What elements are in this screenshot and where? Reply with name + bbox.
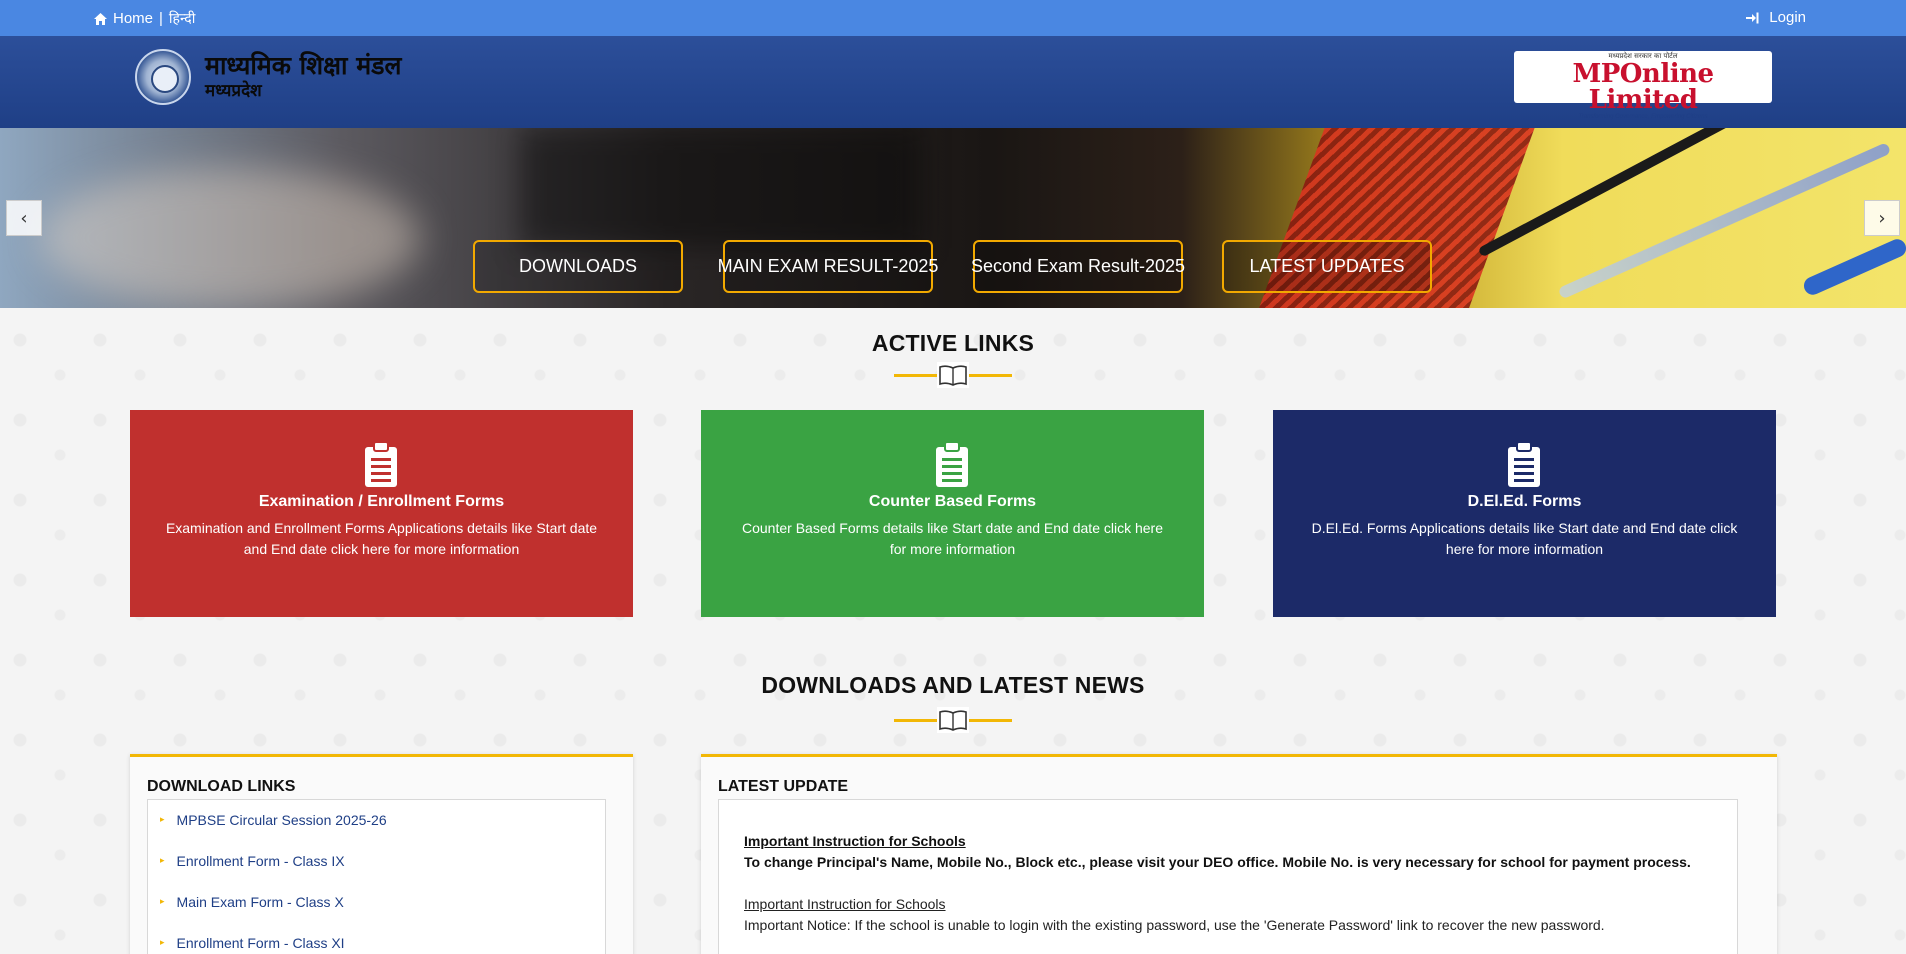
board-name-line1: माध्यमिक शिक्षा मंडल	[205, 51, 402, 80]
card-title: D.El.Ed. Forms	[1467, 493, 1582, 510]
chevron-left-icon: ‹	[20, 207, 28, 229]
section-divider	[894, 362, 1012, 388]
news-body: Important Notice: If the school is unabl…	[744, 917, 1605, 933]
download-links-title: DOWNLOAD LINKS	[147, 778, 296, 795]
deled-forms-card[interactable]: D.El.Ed. Forms D.El.Ed. Forms Applicatio…	[1273, 410, 1776, 617]
hindi-language-link[interactable]: हिन्दी	[169, 9, 195, 28]
banner-image-students	[40, 168, 420, 308]
banner-image-shadow	[520, 128, 920, 248]
download-links-list[interactable]: ▸ MPBSE Circular Session 2025-26 ▸ Enrol…	[147, 799, 606, 954]
news-heading-link[interactable]: Important Instruction for Schools	[744, 831, 1691, 852]
banner-image-pen-cap	[1801, 236, 1906, 298]
clipboard-icon	[934, 441, 970, 488]
board-name-line2: मध्यप्रदेश	[205, 81, 262, 101]
book-icon	[937, 362, 969, 388]
list-item[interactable]: ▸ Enrollment Form - Class XI	[160, 935, 345, 951]
mponline-brand: MPOnline Limited	[1572, 59, 1714, 115]
examination-enrollment-forms-card[interactable]: Examination / Enrollment Forms Examinati…	[130, 410, 633, 617]
active-links-heading: ACTIVE LINKS	[871, 330, 1035, 356]
login-link[interactable]: Login	[1769, 9, 1806, 26]
card-description: Examination and Enrollment Forms Applica…	[165, 520, 598, 557]
home-icon[interactable]	[94, 12, 107, 25]
download-link-label: MPBSE Circular Session 2025-26	[176, 812, 387, 828]
home-link[interactable]: Home	[113, 10, 153, 27]
download-links-panel: DOWNLOAD LINKS ▸ MPBSE Circular Session …	[130, 754, 633, 954]
site-header: माध्यमिक शिक्षा मंडल मध्यप्रदेश मध्यप्रद…	[0, 36, 1906, 128]
counter-based-forms-card[interactable]: Counter Based Forms Counter Based Forms …	[701, 410, 1204, 617]
latest-update-list[interactable]: Important Instruction for Schools To cha…	[718, 799, 1738, 954]
downloads-button[interactable]: DOWNLOADS	[473, 240, 683, 293]
login-icon[interactable]	[1746, 12, 1759, 24]
mponline-subline: Transforming Governance, Empowering Citi…	[1578, 114, 1708, 120]
latest-update-panel: LATEST UPDATE Important Instruction for …	[701, 754, 1777, 954]
list-item[interactable]: ▸ Main Exam Form - Class X	[160, 894, 344, 910]
list-item[interactable]: ▸ MPBSE Circular Session 2025-26	[160, 812, 387, 828]
list-item[interactable]: ▸ Enrollment Form - Class IX	[160, 853, 345, 869]
top-bar-left: Home | हिन्दी	[94, 9, 195, 28]
caret-right-icon: ▸	[160, 856, 165, 866]
top-bar: Home | हिन्दी Login	[0, 0, 1906, 36]
news-body: To change Principal's Name, Mobile No., …	[744, 854, 1691, 870]
chevron-right-icon: ›	[1878, 207, 1886, 229]
caret-right-icon: ▸	[160, 938, 165, 948]
banner-image-pen-black	[1477, 128, 1818, 258]
second-exam-result-button[interactable]: Second Exam Result-2025	[971, 240, 1185, 293]
card-title: Counter Based Forms	[868, 493, 1037, 510]
clipboard-icon	[1506, 441, 1542, 488]
book-icon	[937, 707, 969, 733]
top-bar-right: Login	[1746, 9, 1806, 26]
news-heading-link[interactable]: Important Instruction for Schools	[744, 894, 1605, 915]
list-item: Important Instruction for Schools To cha…	[744, 831, 1691, 873]
download-link-label: Enrollment Form - Class IX	[176, 853, 345, 869]
slider-next-button[interactable]: ›	[1864, 200, 1900, 236]
latest-updates-button[interactable]: LATEST UPDATES	[1222, 240, 1432, 293]
section-divider	[894, 707, 1012, 733]
topbar-separator: |	[159, 10, 163, 27]
clipboard-icon	[363, 441, 399, 488]
card-description: Counter Based Forms details like Start d…	[742, 520, 1163, 557]
list-item: Important Instruction for Schools Import…	[744, 894, 1605, 936]
card-description: D.El.Ed. Forms Applications details like…	[1311, 520, 1738, 557]
hero-banner	[0, 128, 1906, 308]
slider-prev-button[interactable]: ‹	[6, 200, 42, 236]
caret-right-icon: ▸	[160, 897, 165, 907]
card-title: Examination / Enrollment Forms	[258, 493, 505, 510]
download-link-label: Main Exam Form - Class X	[176, 894, 344, 910]
board-emblem-logo[interactable]	[135, 49, 191, 105]
latest-update-title: LATEST UPDATE	[718, 778, 849, 795]
download-link-label: Enrollment Form - Class XI	[176, 935, 345, 951]
downloads-news-heading: DOWNLOADS AND LATEST NEWS	[761, 672, 1145, 698]
caret-right-icon: ▸	[160, 815, 165, 825]
mponline-logo[interactable]: मध्यप्रदेश सरकार का पोर्टल MPOnline Limi…	[1514, 51, 1772, 120]
board-name[interactable]: माध्यमिक शिक्षा मंडल मध्यप्रदेश	[205, 51, 402, 101]
main-exam-result-button[interactable]: MAIN EXAM RESULT-2025	[718, 240, 938, 293]
